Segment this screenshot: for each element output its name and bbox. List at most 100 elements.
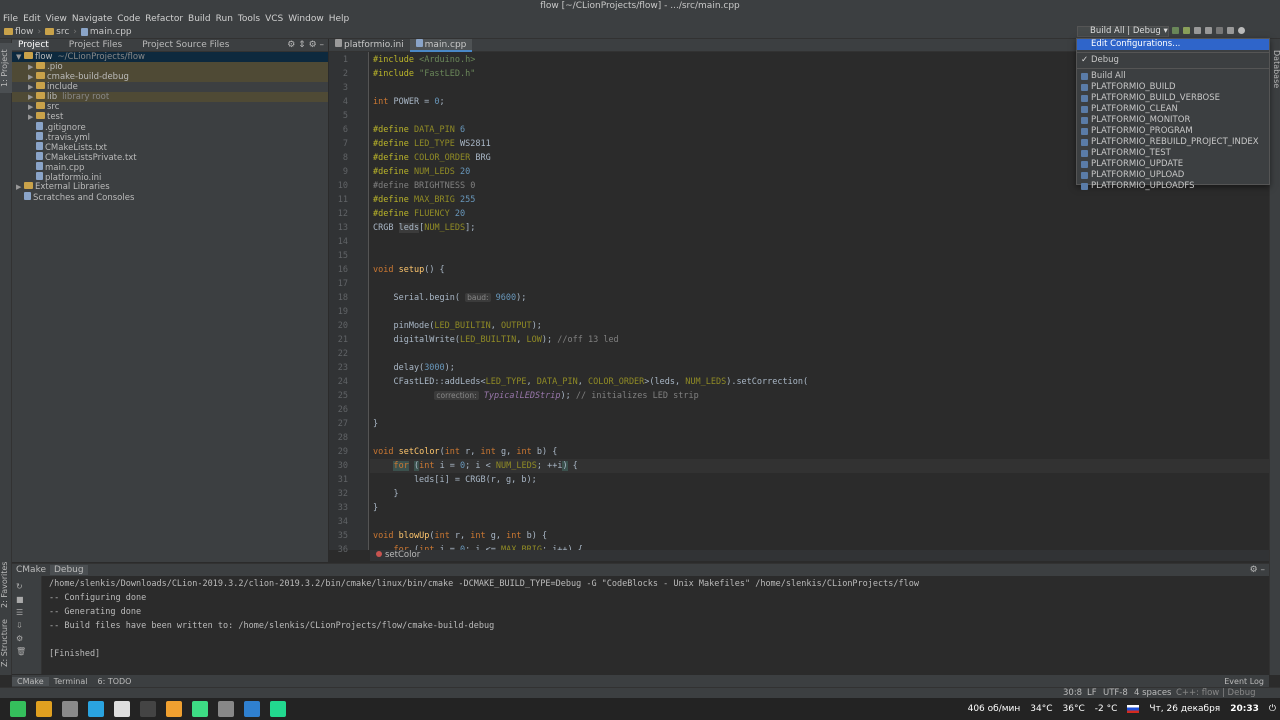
breadcrumb-flow[interactable]: flow <box>4 27 34 37</box>
chevron-right-icon[interactable]: ▶ <box>28 102 36 112</box>
date[interactable]: Чт, 26 декабря <box>1149 704 1220 714</box>
code-line[interactable]: #define DATA_PIN 6 <box>373 125 465 135</box>
editor-icon[interactable] <box>114 701 130 717</box>
dropdown-item[interactable]: PLATFORMIO_MONITOR <box>1077 115 1269 126</box>
dropdown-item[interactable]: PLATFORMIO_CLEAN <box>1077 104 1269 115</box>
menu-vcs[interactable]: VCS <box>265 14 283 24</box>
tree-item[interactable]: ▶ test <box>12 112 328 122</box>
download-icon[interactable] <box>166 701 182 717</box>
menu-window[interactable]: Window <box>288 14 324 24</box>
dropdown-item[interactable]: Build All <box>1077 71 1269 82</box>
code-line[interactable]: void setup() { <box>373 265 445 275</box>
code-line[interactable]: #define COLOR_ORDER BRG <box>373 153 491 163</box>
bottom-tab-cmake[interactable]: CMake <box>12 676 49 686</box>
tab-project-files[interactable]: Project Files <box>63 40 122 50</box>
tree-item[interactable]: main.cpp <box>12 162 328 173</box>
cmake-console-output[interactable]: /home/slenkis/Downloads/CLion-2019.3.2/c… <box>43 576 1269 674</box>
dropdown-item[interactable]: PLATFORMIO_REBUILD_PROJECT_INDEX <box>1077 137 1269 148</box>
debug-icon[interactable] <box>1183 27 1190 34</box>
code-line[interactable]: } <box>373 419 378 429</box>
database-tool-tab[interactable]: Database <box>1270 43 1280 95</box>
menu-view[interactable]: View <box>46 14 67 24</box>
menu-code[interactable]: Code <box>117 14 140 24</box>
run-icon[interactable] <box>1172 27 1179 34</box>
menu-run[interactable]: Run <box>216 14 233 24</box>
code-line[interactable]: #define FLUENCY 20 <box>373 209 465 219</box>
chevron-right-icon[interactable]: ▶ <box>16 182 24 192</box>
chevron-right-icon[interactable]: ▶ <box>28 72 36 82</box>
chevron-right-icon[interactable]: ▶ <box>28 82 36 92</box>
vscode-icon[interactable] <box>244 701 260 717</box>
tab-cmake-tool[interactable]: CMake <box>12 565 50 575</box>
stop-icon[interactable] <box>1216 27 1223 34</box>
tree-item[interactable]: CMakeListsPrivate.txt <box>12 152 328 163</box>
flag-icon[interactable] <box>1127 705 1140 713</box>
dropdown-item[interactable]: PLATFORMIO_UPDATE <box>1077 159 1269 170</box>
menu-tools[interactable]: Tools <box>238 14 260 24</box>
code-line[interactable]: delay(3000); <box>373 363 454 373</box>
code-line[interactable]: digitalWrite(LED_BUILTIN, LOW); //off 13… <box>373 335 618 345</box>
code-line[interactable]: CFastLED::addLeds<LED_TYPE, DATA_PIN, CO… <box>373 377 808 387</box>
code-line[interactable]: } <box>373 489 398 499</box>
chrome-icon[interactable] <box>36 701 52 717</box>
tab-project-source-files[interactable]: Project Source Files <box>136 40 229 50</box>
tree-item[interactable]: CMakeLists.txt <box>12 142 328 153</box>
cpp-context[interactable]: C++: flow | Debug <box>1176 688 1255 698</box>
tree-item[interactable]: .gitignore <box>12 122 328 133</box>
dropdown-item[interactable]: Edit Configurations... <box>1077 39 1269 50</box>
chevron-right-icon[interactable]: ▶ <box>28 92 36 102</box>
tab-project[interactable]: Project <box>12 40 49 50</box>
tab-main-cpp[interactable]: main.cpp <box>409 38 473 52</box>
tree-item[interactable]: ▶ cmake-build-debug <box>12 72 328 82</box>
menu-navigate[interactable]: Navigate <box>72 14 112 24</box>
breadcrumb-main-cpp[interactable]: main.cpp <box>80 27 132 37</box>
dropdown-item[interactable]: PLATFORMIO_UPLOAD <box>1077 170 1269 181</box>
bottom-tab-terminal[interactable]: Terminal <box>49 677 93 686</box>
code-line[interactable]: void setColor(int r, int g, int b) { <box>373 447 557 457</box>
code-line[interactable]: correction: TypicalLEDStrip); // initial… <box>373 391 699 401</box>
dropdown-item[interactable]: PLATFORMIO_BUILD <box>1077 82 1269 93</box>
coverage-icon[interactable] <box>1194 27 1201 34</box>
android-icon[interactable] <box>192 701 208 717</box>
clion-icon[interactable] <box>270 701 286 717</box>
stop-icon[interactable]: ■ <box>16 593 41 606</box>
bottom-tab-todo[interactable]: 6: TODO <box>92 677 136 686</box>
code-line[interactable]: for (int i = 0; i < NUM_LEDS; ++i) { <box>373 461 578 471</box>
structure-tool-tab[interactable]: Z: Structure <box>0 617 12 669</box>
profile-icon[interactable] <box>1205 27 1212 34</box>
tree-item[interactable]: .travis.yml <box>12 132 328 143</box>
chevron-right-icon[interactable]: ▶ <box>28 112 36 122</box>
event-log-button[interactable]: Event Log <box>1219 677 1269 686</box>
search-icon[interactable] <box>1238 27 1245 34</box>
project-tool-tab[interactable]: 1: Project <box>0 43 12 93</box>
tree-item[interactable]: ▶ lib library root <box>12 92 328 102</box>
code-line[interactable]: int POWER = 0; <box>373 97 445 107</box>
code-line[interactable]: #define MAX_BRIG 255 <box>373 195 475 205</box>
code-line[interactable]: leds[i] = CRGB(r, g, b); <box>373 475 537 485</box>
menu-help[interactable]: Help <box>329 14 350 24</box>
tab-debug-config[interactable]: Debug <box>50 565 88 575</box>
reload-icon[interactable]: ↻ <box>16 580 41 593</box>
menu-build[interactable]: Build <box>188 14 211 24</box>
menu-file[interactable]: File <box>3 14 18 24</box>
soft-wrap-icon[interactable]: ☰ <box>16 606 41 619</box>
settings-icon[interactable] <box>218 701 234 717</box>
tree-item[interactable]: ▶ External Libraries <box>12 182 328 192</box>
tree-item[interactable]: ▶ .pio <box>12 62 328 72</box>
settings-icon[interactable] <box>1227 27 1234 34</box>
code-line[interactable]: CRGB leds[NUM_LEDS]; <box>373 223 475 233</box>
tree-item[interactable]: ▶ include <box>12 82 328 92</box>
code-line[interactable]: Serial.begin( baud: 9600); <box>373 293 526 303</box>
code-line[interactable]: #define NUM_LEDS 20 <box>373 167 470 177</box>
tab-platformio-ini[interactable]: platformio.ini <box>329 38 410 52</box>
power-icon[interactable]: ⏻ <box>1269 704 1276 714</box>
dropdown-item[interactable]: PLATFORMIO_PROGRAM <box>1077 126 1269 137</box>
code-line[interactable]: #include "FastLED.h" <box>373 69 475 79</box>
clock[interactable]: 20:33 <box>1230 704 1259 714</box>
tool-settings-icon[interactable]: ⚙ – <box>1246 565 1269 575</box>
manjaro-icon[interactable] <box>10 701 26 717</box>
code-line[interactable]: } <box>373 503 378 513</box>
tree-item[interactable]: platformio.ini <box>12 172 328 183</box>
dropdown-item[interactable]: ✓ Debug <box>1077 55 1269 66</box>
menu-refactor[interactable]: Refactor <box>145 14 183 24</box>
